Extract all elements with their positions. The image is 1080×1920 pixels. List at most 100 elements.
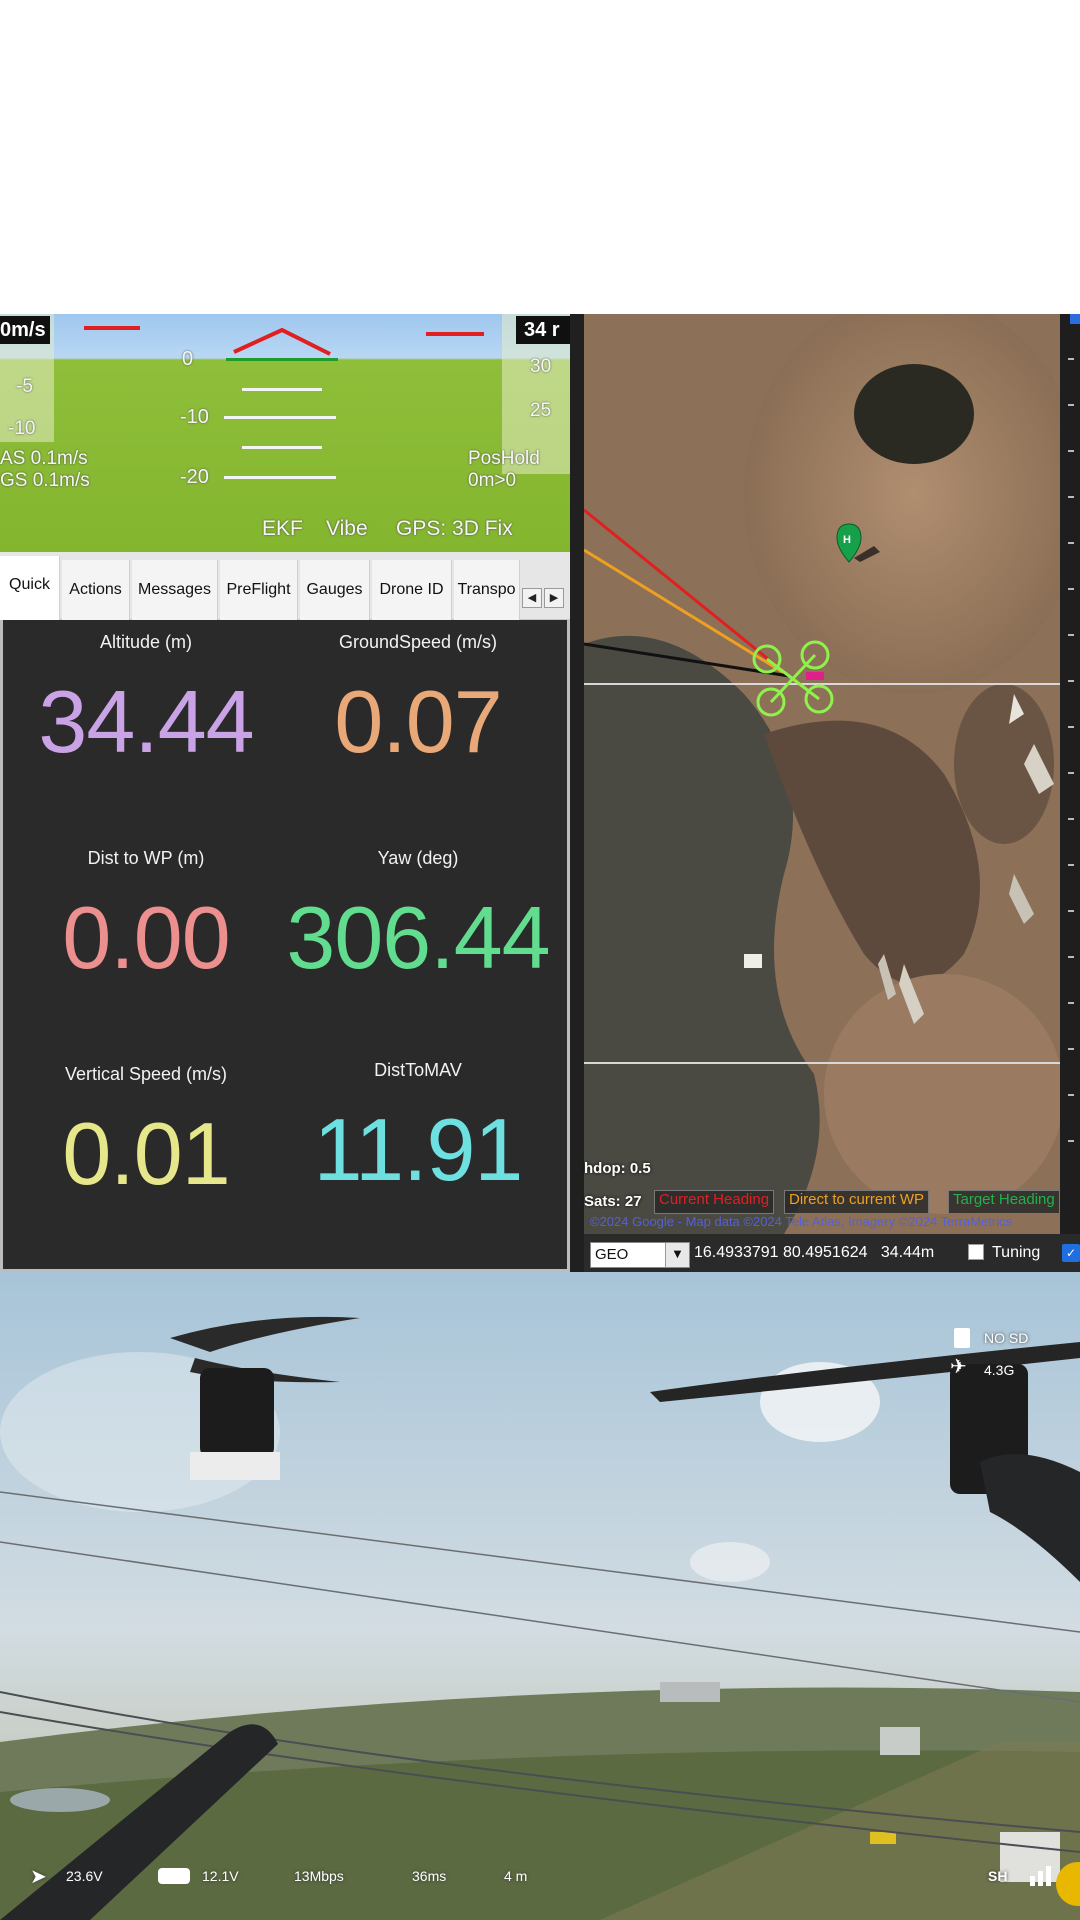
- satellite-imagery: H: [584, 314, 1060, 1234]
- map-legend: Sats: 27 Current Heading Direct to curre…: [584, 1190, 1080, 1214]
- map-zoom-tick: [1068, 726, 1074, 728]
- quick-dist-to-wp-value: 0.00: [62, 888, 230, 987]
- map-copyright: ©2024 Google - Map data ©2024 Tele Atlas…: [590, 1214, 1013, 1229]
- map-zoom-tick: [1068, 404, 1074, 406]
- map-zoom-tick: [1068, 680, 1074, 682]
- map-zoom-tick: [1068, 1094, 1074, 1096]
- quick-vertical-speed-value: 0.01: [62, 1104, 230, 1203]
- satellite-map[interactable]: H: [584, 314, 1060, 1234]
- hud-pitch-line: [224, 416, 336, 419]
- hud-ekf-status[interactable]: EKF: [262, 518, 303, 540]
- quick-dist-to-mav-value: 11.91: [313, 1100, 524, 1199]
- hud-gps-status: GPS: 3D Fix: [396, 517, 513, 540]
- osd-link-status: 4.3G: [984, 1362, 1015, 1378]
- map-zoom-tick: [1068, 1002, 1074, 1004]
- map-zoom-handle[interactable]: [1070, 314, 1080, 324]
- quick-altitude-value: 34.44: [38, 672, 254, 771]
- coord-system-select[interactable]: GEO ▼: [590, 1242, 690, 1268]
- map-coordinates: 16.4933791 80.4951624 34.44m: [694, 1234, 934, 1272]
- map-coords-latlon: 16.4933791 80.4951624: [694, 1244, 868, 1261]
- screen: 0m/s 34 r -5 -10 30 25 0 -10 -20 AS 0.1m…: [0, 0, 1080, 1920]
- osd-goggle-voltage: 12.1V: [202, 1868, 239, 1884]
- map-zoom-tick: [1068, 956, 1074, 958]
- hud-pitch-label: -10: [180, 406, 209, 428]
- fpv-camera-image: [0, 1272, 1080, 1920]
- map-sats: Sats: 27: [584, 1193, 642, 1210]
- quick-yaw[interactable]: Yaw (deg) 306.44: [283, 848, 553, 989]
- osd-bitrate: 13Mbps: [294, 1868, 344, 1884]
- hud-vibe-status[interactable]: Vibe: [326, 518, 368, 540]
- legend-target-heading: Target Heading: [948, 1190, 1060, 1214]
- hud-pitch-line: [242, 388, 322, 391]
- sd-card-icon: [954, 1328, 970, 1348]
- svg-text:H: H: [843, 534, 851, 546]
- hud-waypoint-text: 0m>0: [468, 470, 517, 491]
- quick-dist-to-wp-label: Dist to WP (m): [87, 848, 205, 868]
- hud-attitude-indicator: 0m/s 34 r -5 -10 30 25 0 -10 -20 AS 0.1m…: [0, 314, 570, 552]
- coord-system-value: GEO: [595, 1246, 629, 1263]
- map-zoom-tick: [1068, 818, 1074, 820]
- hud-airspeed-text: AS 0.1m/s: [0, 448, 88, 469]
- satellite-dish-icon: ✈: [950, 1356, 967, 1378]
- map-zoom-tick: [1068, 588, 1074, 590]
- tab-drone-id[interactable]: Drone ID: [372, 560, 452, 620]
- quick-yaw-label: Yaw (deg): [377, 848, 459, 868]
- quick-groundspeed-value: 0.07: [334, 672, 502, 771]
- tuning-checkbox[interactable]: Tuning: [968, 1234, 1040, 1272]
- osd-latency: 36ms: [412, 1868, 447, 1884]
- osd-sd-status: NO SD: [984, 1330, 1029, 1346]
- quick-vertical-speed-label: Vertical Speed (m/s): [64, 1064, 228, 1084]
- tab-scroll-right-icon[interactable]: ▶: [544, 588, 564, 608]
- goggles-icon: [158, 1868, 190, 1884]
- tab-actions[interactable]: Actions: [62, 560, 130, 620]
- quick-altitude[interactable]: Altitude (m) 34.44: [11, 632, 281, 773]
- hud-flight-mode: PosHold: [468, 448, 540, 469]
- map-zoom-tick: [1068, 542, 1074, 544]
- tab-messages[interactable]: Messages: [132, 560, 218, 620]
- quick-vertical-speed[interactable]: Vertical Speed (m/s) 0.01: [11, 1064, 281, 1205]
- navigation-arrow-icon: ➤: [30, 1866, 47, 1888]
- fpv-camera-view: NO SD ✈ 4.3G ➤ 23.6V 12.1V 13Mbps 36ms 4…: [0, 1272, 1080, 1920]
- tuning-label: Tuning: [992, 1244, 1041, 1261]
- map-zoom-tick: [1068, 864, 1074, 866]
- quick-groundspeed[interactable]: GroundSpeed (m/s) 0.07: [283, 632, 553, 773]
- map-status-bar: GEO ▼ 16.4933791 80.4951624 34.44m Tunin…: [584, 1234, 1080, 1272]
- hud-pitch-label: -20: [180, 466, 209, 488]
- quick-altitude-label: Altitude (m): [99, 632, 193, 652]
- tab-quick[interactable]: Quick: [0, 556, 60, 620]
- map-zoom-tick: [1068, 1048, 1074, 1050]
- map-coords-alt: 34.44m: [880, 1244, 935, 1261]
- tuning-checkbox-box[interactable]: [968, 1244, 984, 1260]
- map-hdop: hdop: 0.5: [584, 1160, 651, 1177]
- quick-dist-to-mav-label: DistToMAV: [374, 1060, 462, 1080]
- hud-pitch-line: [224, 476, 336, 479]
- tab-preflight[interactable]: PreFlight: [220, 560, 298, 620]
- map-zoom-tick: [1068, 772, 1074, 774]
- map-zoom-tick: [1068, 450, 1074, 452]
- signal-bars-icon: [1030, 1866, 1052, 1886]
- checked-checkbox-icon[interactable]: ✓: [1062, 1244, 1080, 1262]
- map-zoom-tick: [1068, 910, 1074, 912]
- panel-divider[interactable]: [570, 314, 584, 1272]
- map-zoom-tick: [1068, 358, 1074, 360]
- top-blank-band: [0, 0, 1080, 314]
- hud-pitch-line: [242, 446, 322, 449]
- tab-scroll-left-icon[interactable]: ◀: [522, 588, 542, 608]
- quick-dist-to-wp[interactable]: Dist to WP (m) 0.00: [11, 848, 281, 989]
- legend-direct-to-wp: Direct to current WP: [784, 1190, 930, 1214]
- hud-pitch-label: 0: [182, 348, 194, 370]
- osd-battery-voltage: 23.6V: [66, 1868, 103, 1884]
- osd-distance: 4 m: [504, 1868, 528, 1884]
- quick-groundspeed-label: GroundSpeed (m/s): [338, 632, 498, 652]
- chevron-down-icon[interactable]: ▼: [665, 1243, 689, 1267]
- tab-bar: Quick Actions Messages PreFlight Gauges …: [0, 552, 570, 620]
- quick-yaw-value: 306.44: [286, 888, 550, 987]
- hud-horizon-line: [226, 358, 338, 361]
- quick-dist-to-mav[interactable]: DistToMAV 11.91: [283, 1060, 553, 1201]
- tab-transponder[interactable]: Transpo: [454, 560, 520, 620]
- map-zoom-tick: [1068, 1140, 1074, 1142]
- legend-current-heading: Current Heading: [654, 1190, 775, 1214]
- tab-gauges[interactable]: Gauges: [300, 560, 370, 620]
- map-zoom-bar[interactable]: [1060, 314, 1080, 1234]
- osd-mode: SH: [988, 1868, 1008, 1884]
